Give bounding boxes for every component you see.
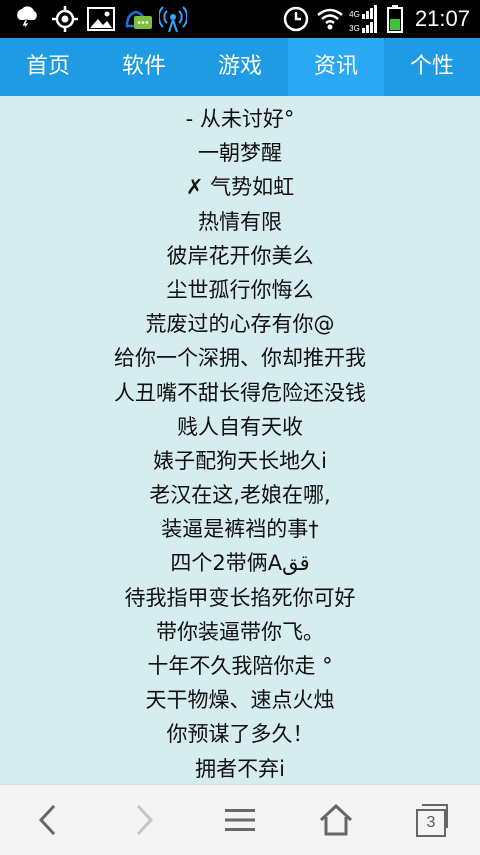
text-line: 老汉在这,老娘在哪, xyxy=(149,483,331,508)
signal-label-top: 4G xyxy=(349,10,360,19)
back-button[interactable] xyxy=(0,785,96,855)
text-line: 热情有限 xyxy=(198,209,282,234)
tabs-icon: 3 xyxy=(414,804,450,837)
notification-bell-icon xyxy=(120,4,154,34)
text-line: 四个2带俩Aقق xyxy=(170,551,310,576)
menu-button[interactable] xyxy=(192,785,288,855)
signal-label-bottom: 3G xyxy=(349,24,360,33)
forward-button[interactable] xyxy=(96,785,192,855)
home-button[interactable] xyxy=(288,785,384,855)
text-line: 贱人自有天收 xyxy=(177,414,303,439)
alarm-clock-icon xyxy=(282,4,310,34)
home-icon xyxy=(319,804,353,836)
weather-storm-icon xyxy=(12,4,42,34)
wifi-icon xyxy=(316,4,344,34)
text-line: 一朝梦醒 xyxy=(198,141,282,166)
tabs-button[interactable]: 3 xyxy=(384,785,480,855)
text-line: 十年不久我陪你走 ° xyxy=(147,654,333,678)
hotspot-icon xyxy=(158,4,188,34)
text-line: 婊子配狗天长地久i xyxy=(153,448,327,473)
text-line: 带你装逼带你飞。 xyxy=(156,619,324,644)
text-line: 拥者不弃i xyxy=(195,756,285,781)
text-line: ✗ 气势如虹 xyxy=(185,175,295,200)
status-bar: 4G 3G 21:07 xyxy=(0,0,480,38)
chevron-left-icon xyxy=(38,804,56,836)
text-line: 给你一个深拥、你却推开我 xyxy=(114,346,366,371)
text-line: 尘世孤行你悔么 xyxy=(166,277,314,302)
tab-home[interactable]: 首页 xyxy=(0,38,96,96)
text-line: 彼岸花开你美么 xyxy=(166,243,314,268)
tab-count-badge: 3 xyxy=(416,809,446,837)
category-tabbar: 首页 软件 游戏 资讯 个性 xyxy=(0,38,480,96)
text-line: 人丑嘴不甜长得危险还没钱 xyxy=(114,380,366,405)
tab-personalize[interactable]: 个性 xyxy=(384,38,480,96)
browser-bottom-bar: 3 xyxy=(0,784,480,855)
tab-games[interactable]: 游戏 xyxy=(192,38,288,96)
text-line: 装逼是裤裆的事† xyxy=(161,517,319,542)
text-line: 你预谋了多久！ xyxy=(166,722,314,747)
status-time: 21:07 xyxy=(414,6,470,31)
chevron-right-icon xyxy=(136,804,154,836)
tab-news[interactable]: 资讯 xyxy=(288,38,384,96)
image-icon xyxy=(86,4,116,34)
article-content: - 从未讨好° 一朝梦醒 ✗ 气势如虹 热情有限 彼岸花开你美么 尘世孤行你悔么… xyxy=(0,96,480,784)
menu-icon xyxy=(225,809,255,831)
text-line: 荒废过的心存有你@ xyxy=(145,312,335,337)
tab-software[interactable]: 软件 xyxy=(96,38,192,96)
battery-icon xyxy=(384,4,406,34)
text-line: 待我指甲变长掐死你可好 xyxy=(124,585,356,610)
cell-signal-icon: 4G 3G xyxy=(348,4,378,34)
text-line: - 从未讨好° xyxy=(185,107,295,131)
gps-icon xyxy=(50,4,80,34)
text-line: 天干物燥、速点火烛 xyxy=(145,688,335,713)
